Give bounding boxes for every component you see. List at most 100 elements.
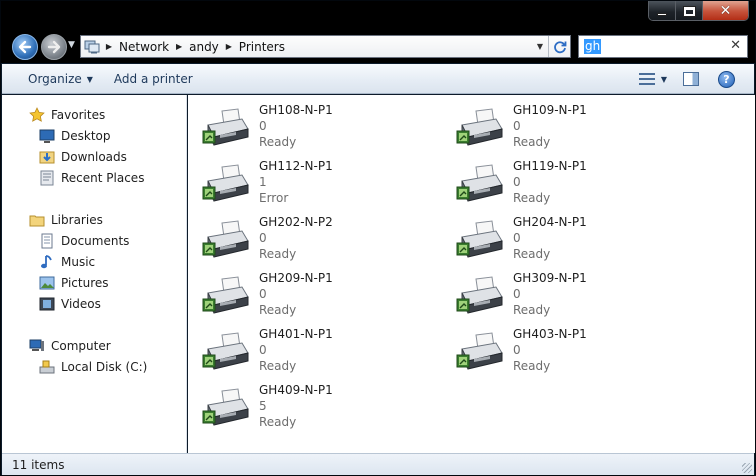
printer-status: Ready <box>513 135 551 149</box>
back-button[interactable] <box>12 34 38 60</box>
printer-status: Ready <box>513 247 551 261</box>
printer-icon <box>456 331 504 371</box>
printer-status: Ready <box>513 359 551 373</box>
command-bar: Organize ▼ Add a printer ▼ ? <box>2 64 754 94</box>
title-bar[interactable]: ✕ <box>1 1 755 31</box>
sidebar-item-desktop[interactable]: Desktop <box>39 126 111 146</box>
sidebar-group-libraries[interactable]: Libraries <box>29 210 103 230</box>
organize-button[interactable]: Organize ▼ <box>19 64 102 94</box>
sidebar-item-label: Local Disk (C:) <box>61 360 148 374</box>
sidebar-item-local-disk[interactable]: Local Disk (C:) <box>39 357 147 377</box>
sidebar-item-label: Pictures <box>61 276 109 290</box>
videos-icon <box>39 296 55 312</box>
view-options-dropdown[interactable]: ▼ <box>661 75 667 84</box>
printer-name: GH119-N-P1 <box>513 159 587 173</box>
add-printer-button[interactable]: Add a printer <box>105 64 202 94</box>
address-bar[interactable]: ▶ Network ▶ andy ▶ Printers ▼ <box>80 35 571 58</box>
chevron-down-icon: ▼ <box>536 42 544 51</box>
breadcrumb-separator-icon[interactable]: ▶ <box>173 42 185 51</box>
printer-icon <box>202 219 250 259</box>
sidebar-item-music[interactable]: Music <box>39 252 95 272</box>
refresh-icon <box>553 40 566 53</box>
help-icon[interactable]: ? <box>718 70 735 88</box>
resize-grip-icon[interactable] <box>742 463 752 473</box>
sidebar-group-label: Computer <box>51 339 111 353</box>
sidebar-item-pictures[interactable]: Pictures <box>39 273 109 293</box>
printer-status: Error <box>259 191 289 205</box>
forward-button[interactable] <box>41 34 67 60</box>
breadcrumb-andy[interactable]: andy <box>185 40 223 54</box>
printer-name: GH204-N-P1 <box>513 215 587 229</box>
printer-name: GH403-N-P1 <box>513 327 587 341</box>
printer-item[interactable]: GH401-N-P1 0 Ready <box>188 319 438 373</box>
printer-icon <box>202 387 250 427</box>
printer-icon <box>456 163 504 203</box>
printer-status: Ready <box>513 191 551 205</box>
printer-icon <box>202 275 250 315</box>
breadcrumb-printers[interactable]: Printers <box>235 40 289 54</box>
breadcrumb-separator-icon[interactable]: ▶ <box>223 42 235 51</box>
sidebar-item-label: Music <box>61 255 96 269</box>
printer-name: GH109-N-P1 <box>513 103 587 117</box>
printer-status: Ready <box>259 135 297 149</box>
navigation-pane: Favorites Desktop Downloads Recent Place… <box>2 95 187 453</box>
printer-jobs: 0 <box>259 343 267 357</box>
clear-search-icon[interactable]: ✕ <box>730 38 741 53</box>
sidebar-item-documents[interactable]: Documents <box>39 231 129 251</box>
sidebar-item-label: Recent Places <box>61 171 145 185</box>
printer-icon <box>456 219 504 259</box>
preview-pane-icon[interactable] <box>683 72 699 86</box>
documents-icon <box>39 233 55 249</box>
printer-jobs: 0 <box>513 287 521 301</box>
search-input[interactable]: gh <box>584 39 602 54</box>
printer-name: GH309-N-P1 <box>513 271 587 285</box>
sidebar-group-label: Libraries <box>51 213 103 227</box>
breadcrumb-network[interactable]: Network <box>115 40 173 54</box>
printer-status: Ready <box>259 303 297 317</box>
sidebar-item-videos[interactable]: Videos <box>39 294 101 314</box>
network-location-icon <box>81 36 103 57</box>
maximize-button[interactable] <box>676 1 703 20</box>
chevron-down-icon: ▼ <box>86 74 93 84</box>
downloads-icon <box>39 149 55 165</box>
navigation-bar: ▼ ▶ Network ▶ andy ▶ Printers ▼ gh ✕ <box>1 31 755 63</box>
printer-icon <box>456 275 504 315</box>
printer-item[interactable]: GH403-N-P1 0 Ready <box>442 319 692 373</box>
refresh-button[interactable] <box>548 36 570 57</box>
printer-item[interactable]: GH112-N-P1 1 Error <box>188 151 438 205</box>
address-history-dropdown[interactable]: ▼ <box>532 36 548 57</box>
close-button[interactable]: ✕ <box>703 1 748 20</box>
search-box[interactable]: gh ✕ <box>578 35 748 58</box>
minimize-icon <box>657 12 667 16</box>
change-view-icon[interactable] <box>638 72 655 86</box>
sidebar-group-computer[interactable]: Computer <box>29 336 111 356</box>
recent-pages-button[interactable]: ▼ <box>68 40 75 50</box>
printer-item[interactable]: GH209-N-P1 0 Ready <box>188 263 438 317</box>
breadcrumb-separator-icon[interactable]: ▶ <box>103 42 115 51</box>
sidebar-item-downloads[interactable]: Downloads <box>39 147 127 167</box>
printer-item[interactable]: GH109-N-P1 0 Ready <box>442 95 692 149</box>
printer-jobs: 0 <box>513 231 521 245</box>
printer-name: GH202-N-P2 <box>259 215 333 229</box>
arrow-left-icon <box>18 40 32 54</box>
printer-item[interactable]: GH204-N-P1 0 Ready <box>442 207 692 261</box>
sidebar-item-recent-places[interactable]: Recent Places <box>39 168 144 188</box>
star-icon <box>29 107 45 123</box>
printer-name: GH401-N-P1 <box>259 327 333 341</box>
printer-item[interactable]: GH409-N-P1 5 Ready <box>188 375 438 429</box>
printer-status: Ready <box>513 303 551 317</box>
computer-icon <box>29 338 45 354</box>
printer-item[interactable]: GH119-N-P1 0 Ready <box>442 151 692 205</box>
sidebar-item-label: Videos <box>61 297 101 311</box>
printer-icon <box>202 107 250 147</box>
printer-jobs: 0 <box>259 119 267 133</box>
printer-jobs: 0 <box>513 119 521 133</box>
printer-item[interactable]: GH202-N-P2 0 Ready <box>188 207 438 261</box>
printer-item[interactable]: GH108-N-P1 0 Ready <box>188 95 438 149</box>
printer-status: Ready <box>259 359 297 373</box>
minimize-button[interactable] <box>649 1 676 20</box>
printer-item[interactable]: GH309-N-P1 0 Ready <box>442 263 692 317</box>
printer-icon <box>202 163 250 203</box>
sidebar-group-favorites[interactable]: Favorites <box>29 105 105 125</box>
explorer-window: ✕ ▼ ▶ Network ▶ andy ▶ Printers ▼ gh ✕ O… <box>0 0 756 476</box>
